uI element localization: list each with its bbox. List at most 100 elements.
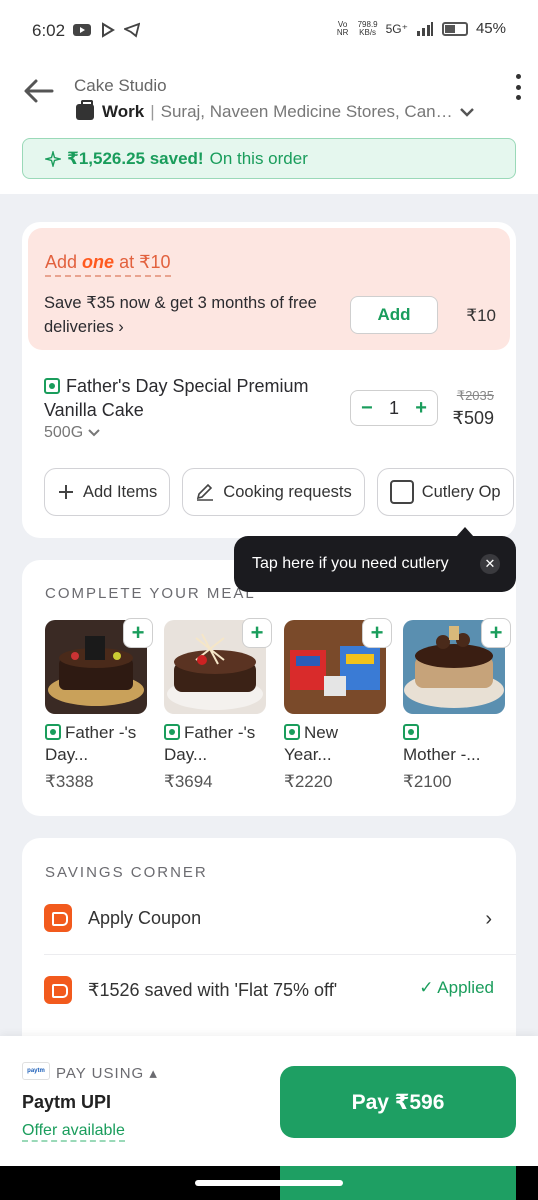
apply-coupon-row[interactable]: Apply Coupon bbox=[44, 904, 201, 932]
address-separator: | bbox=[150, 102, 155, 121]
chevron-right-icon[interactable]: › bbox=[485, 908, 492, 931]
volte-indicator: Vo NR bbox=[336, 19, 349, 37]
chevron-down-icon bbox=[88, 429, 100, 437]
close-icon[interactable]: ✕ bbox=[480, 554, 500, 574]
cooking-requests-button[interactable]: Cooking requests bbox=[182, 468, 365, 516]
item-price: ₹509 bbox=[452, 408, 494, 428]
signal-icon bbox=[416, 21, 433, 36]
coupon-tag-icon bbox=[44, 976, 72, 1004]
telegram-icon bbox=[124, 22, 140, 38]
meal-item[interactable]: + Father -'s Day... ₹3694 bbox=[164, 618, 272, 792]
chevron-down-icon bbox=[459, 108, 474, 117]
navigation-bar bbox=[0, 1166, 538, 1200]
applied-badge: ✓ Applied bbox=[419, 978, 494, 997]
add-items-label: Add Items bbox=[83, 482, 158, 501]
one-offer-title: Add one at ₹10 bbox=[45, 252, 171, 277]
divider bbox=[44, 954, 516, 955]
meal-item-name: Father -'s Day... bbox=[164, 722, 266, 766]
cooking-requests-label: Cooking requests bbox=[223, 482, 352, 501]
one-offer-prefix: Add bbox=[45, 252, 78, 272]
offer-available-link[interactable]: Offer available bbox=[22, 1122, 125, 1142]
savings-banner: ₹1,526.25 saved! On this order bbox=[22, 138, 516, 179]
cart-card: Add one at ₹10 Save ₹35 now & get 3 mont… bbox=[22, 222, 516, 538]
meal-item-price: ₹2100 bbox=[403, 772, 452, 791]
add-one-button[interactable]: Add bbox=[350, 296, 438, 334]
complete-meal-title: COMPLETE YOUR MEAL bbox=[45, 585, 256, 602]
one-membership-offer: Add one at ₹10 Save ₹35 now & get 3 mont… bbox=[28, 228, 510, 350]
chevron-right-icon: › bbox=[118, 318, 124, 336]
cutlery-label: Cutlery Op bbox=[421, 482, 501, 501]
payment-bar: paytm PAY USING ▴ Paytm UPI Offer availa… bbox=[0, 1036, 538, 1200]
play-store-icon bbox=[102, 22, 115, 38]
one-offer-description[interactable]: Save ₹35 now & get 3 months of free deli… bbox=[44, 291, 344, 339]
battery-icon bbox=[441, 21, 468, 36]
network-type: 5G⁺ bbox=[385, 21, 408, 36]
home-gesture-pill[interactable] bbox=[195, 1180, 343, 1186]
address-text: Suraj, Naveen Medicine Stores, Cantt... bbox=[160, 102, 453, 121]
applied-coupon-text: ₹1526 saved with 'Flat 75% off' bbox=[88, 979, 338, 1000]
plus-icon bbox=[59, 485, 73, 499]
add-items-button[interactable]: Add Items bbox=[44, 468, 171, 516]
applied-coupon-row: ₹1526 saved with 'Flat 75% off' bbox=[44, 976, 337, 1004]
sparkle-icon bbox=[45, 150, 61, 167]
cutlery-tooltip: Tap here if you need cutlery ✕ bbox=[234, 527, 516, 592]
meal-item-price: ₹3388 bbox=[45, 772, 94, 791]
tooltip-text: Tap here if you need cutlery bbox=[252, 555, 449, 572]
complete-meal-card: COMPLETE YOUR MEAL + Father -'s Day... ₹… bbox=[22, 560, 516, 816]
add-meal-button[interactable]: + bbox=[123, 618, 153, 648]
decrease-quantity-button[interactable]: − bbox=[361, 397, 373, 420]
cutlery-checkbox[interactable] bbox=[389, 480, 414, 504]
quantity-value: 1 bbox=[388, 397, 399, 418]
meal-item-price: ₹3694 bbox=[164, 772, 213, 791]
add-meal-button[interactable]: + bbox=[242, 618, 272, 648]
meal-item-name: Mother -... bbox=[403, 722, 505, 766]
more-options-icon[interactable] bbox=[514, 74, 522, 100]
battery-percent: 45% bbox=[475, 20, 506, 37]
item-size-selector[interactable]: 500G bbox=[44, 424, 101, 442]
veg-icon bbox=[45, 724, 61, 740]
cart-item-name: Father's Day Special Premium Vanilla Cak… bbox=[44, 374, 344, 422]
one-offer-price: ₹10 bbox=[466, 306, 496, 325]
pay-button[interactable]: Pay ₹596 bbox=[280, 1066, 516, 1138]
increase-quantity-button[interactable]: + bbox=[415, 397, 427, 420]
savings-suffix: On this order bbox=[209, 148, 308, 168]
item-size-text: 500G bbox=[44, 424, 84, 441]
coupon-tag-icon bbox=[44, 904, 72, 932]
meal-item-name: New Year... bbox=[284, 722, 386, 766]
add-meal-button[interactable]: + bbox=[362, 618, 392, 648]
address-selector[interactable]: Work | Suraj, Naveen Medicine Stores, Ca… bbox=[76, 100, 475, 122]
net-speed-unit: KB/s bbox=[359, 27, 377, 37]
payment-method: Paytm UPI bbox=[22, 1092, 112, 1112]
cart-action-chips: Add Items Cooking requests Cutlery Op bbox=[44, 468, 514, 516]
veg-icon bbox=[44, 378, 60, 394]
one-offer-description-text: Save ₹35 now & get 3 months of free deli… bbox=[44, 294, 317, 336]
paytm-logo: paytm bbox=[22, 1062, 50, 1080]
pay-using-label: PAY USING bbox=[56, 1065, 145, 1082]
status-bar: 6:02 Vo NR 798.9 KB/s 5G⁺ 45% bbox=[0, 0, 538, 62]
back-arrow-icon[interactable] bbox=[22, 76, 56, 106]
header: Cake Studio Work | Suraj, Naveen Medicin… bbox=[0, 62, 538, 194]
cart-item-name-text: Father's Day Special Premium Vanilla Cak… bbox=[44, 376, 309, 420]
battery-fill bbox=[444, 24, 455, 33]
meal-item[interactable]: + Mother -... ₹2100 bbox=[403, 618, 511, 792]
status-time: 6:02 bbox=[32, 21, 66, 40]
add-meal-button[interactable]: + bbox=[481, 618, 511, 648]
meal-item-name: Father -'s Day... bbox=[45, 722, 147, 766]
quantity-stepper: − 1 + bbox=[350, 390, 438, 426]
veg-icon bbox=[164, 724, 180, 740]
veg-icon bbox=[284, 724, 300, 740]
veg-icon bbox=[403, 724, 419, 740]
meal-item-name-text: Mother -... bbox=[403, 745, 481, 764]
caret-up-icon: ▴ bbox=[149, 1065, 158, 1082]
meal-item-price: ₹2220 bbox=[284, 772, 333, 791]
cutlery-option-toggle[interactable]: Cutlery Op bbox=[376, 468, 514, 516]
net-speed: 798.9 KB/s bbox=[358, 20, 378, 37]
meal-item[interactable]: + New Year... ₹2220 bbox=[284, 618, 392, 792]
one-offer-suffix: at ₹10 bbox=[119, 252, 171, 272]
meal-item[interactable]: + Father -'s Day... ₹3388 bbox=[45, 618, 153, 792]
youtube-icon bbox=[73, 24, 91, 36]
briefcase-icon bbox=[76, 100, 94, 120]
pay-using-selector[interactable]: PAY USING ▴ bbox=[56, 1064, 158, 1082]
original-price: ₹2035 bbox=[456, 388, 494, 403]
notification-icons bbox=[72, 22, 140, 38]
